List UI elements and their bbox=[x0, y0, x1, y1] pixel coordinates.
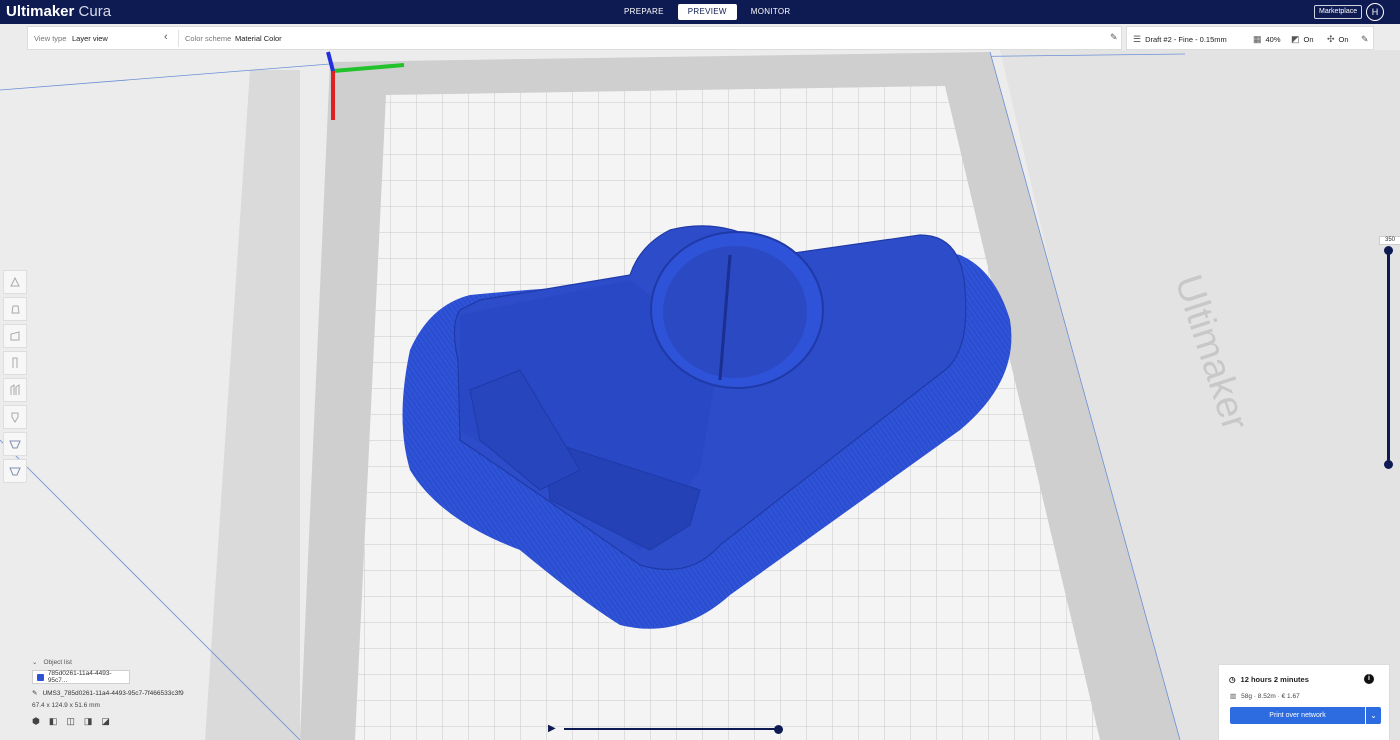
infill-value: 40% bbox=[1265, 35, 1281, 44]
pencil-icon[interactable]: ✎ bbox=[1110, 32, 1118, 43]
move-tool-icon[interactable] bbox=[3, 270, 27, 294]
tab-prepare[interactable]: PREPARE bbox=[614, 4, 674, 20]
adhesion-value: On bbox=[1338, 35, 1349, 44]
tab-preview[interactable]: PREVIEW bbox=[677, 4, 737, 20]
material-usage: ▥ 58g · 8.52m · € 1.67 bbox=[1230, 692, 1300, 701]
material-usage-value: 58g · 8.52m · € 1.67 bbox=[1241, 692, 1300, 700]
tool-strip bbox=[3, 270, 27, 486]
mirror-tool-icon[interactable] bbox=[3, 351, 27, 375]
print-info-card: ◷ 12 hours 2 minutes i ▥ 58g · 8.52m · €… bbox=[1218, 664, 1390, 740]
path-slider-handle[interactable] bbox=[774, 725, 783, 734]
view-toolbar: View type Layer view ‹ Color scheme Mate… bbox=[27, 26, 1122, 50]
adhesion-setting[interactable]: ✣ On bbox=[1327, 34, 1349, 45]
extruder-swatch bbox=[37, 673, 44, 681]
support-blocker-icon[interactable] bbox=[3, 405, 27, 429]
3d-viewport[interactable]: Ultimaker bbox=[0, 50, 1400, 740]
model-cylinder-inner bbox=[663, 246, 807, 378]
print-time-value: 12 hours 2 minutes bbox=[1240, 675, 1309, 684]
app-name-bold: Ultimaker bbox=[6, 3, 75, 20]
profile-selector[interactable]: ☰ Draft #2 - Fine - 0.15mm bbox=[1133, 34, 1227, 45]
infill-icon: ▦ bbox=[1253, 34, 1262, 44]
tab-monitor[interactable]: MONITOR bbox=[741, 4, 801, 20]
color-scheme-label: Color scheme bbox=[185, 34, 232, 43]
object-list-toggle[interactable]: ⌄ Object list bbox=[32, 658, 212, 667]
view-type-select[interactable]: Layer view bbox=[72, 34, 108, 43]
marketplace-button[interactable]: Marketplace bbox=[1314, 5, 1363, 19]
infill-setting[interactable]: ▦ 40% bbox=[1253, 34, 1281, 45]
top-view-icon[interactable]: ◫ bbox=[66, 716, 75, 727]
app-logo: Ultimaker Cura bbox=[6, 2, 111, 22]
list-item[interactable]: 785d0261-11a4-4493-95c7... bbox=[32, 670, 130, 684]
chevron-down-icon[interactable]: ⌄ bbox=[1366, 707, 1381, 724]
rotate-tool-icon[interactable] bbox=[3, 324, 27, 348]
pencil-icon: ✎ bbox=[32, 690, 38, 697]
color-scheme-select[interactable]: Material Color bbox=[235, 34, 282, 43]
layers-icon: ☰ bbox=[1133, 34, 1142, 44]
print-over-network-button[interactable]: Print over network bbox=[1230, 707, 1365, 724]
job-name-text: UMS3_785d0261-11a4-4493-95c7-7f466533c3f… bbox=[42, 689, 184, 697]
per-model-settings-icon[interactable] bbox=[3, 378, 27, 402]
left-view-icon[interactable]: ◨ bbox=[84, 716, 93, 727]
stage-tabs: PREPARE PREVIEW MONITOR bbox=[614, 4, 800, 20]
object-name: 785d0261-11a4-4493-95c7... bbox=[47, 670, 112, 684]
chevron-down-icon: ⌄ bbox=[32, 659, 38, 666]
spool-icon: ▥ bbox=[1230, 693, 1237, 700]
build-plate-scene: Ultimaker bbox=[0, 50, 1400, 740]
title-bar: Ultimaker Cura PREPARE PREVIEW MONITOR M… bbox=[0, 0, 1400, 24]
play-icon[interactable]: ▶ bbox=[548, 723, 556, 734]
support-icon: ◩ bbox=[1291, 34, 1300, 44]
scale-tool-icon[interactable] bbox=[3, 297, 27, 321]
print-time: ◷ 12 hours 2 minutes bbox=[1229, 675, 1309, 684]
layer-slider-lower-handle[interactable] bbox=[1384, 460, 1393, 469]
layer-slider-track[interactable] bbox=[1387, 250, 1390, 464]
adhesion-icon: ✣ bbox=[1327, 34, 1335, 44]
divider bbox=[178, 30, 179, 47]
object-list: ⌄ Object list 785d0261-11a4-4493-95c7...… bbox=[32, 658, 212, 727]
print-setup-bar[interactable]: ☰ Draft #2 - Fine - 0.15mm ▦ 40% ◩ On ✣ … bbox=[1126, 26, 1374, 50]
layer-slider[interactable]: 350 bbox=[1379, 236, 1400, 472]
object-list-header: Object list bbox=[43, 658, 72, 666]
support-value: On bbox=[1303, 35, 1314, 44]
user-avatar[interactable]: H bbox=[1366, 3, 1384, 21]
right-view-icon[interactable]: ◪ bbox=[101, 716, 110, 727]
object-dimensions: 67.4 x 124.9 x 51.6 mm bbox=[32, 702, 100, 709]
front-view-icon[interactable]: ◧ bbox=[49, 716, 58, 727]
chevron-left-icon[interactable]: ‹ bbox=[164, 31, 168, 43]
layer-slider-upper-handle[interactable] bbox=[1384, 246, 1393, 255]
info-icon[interactable]: i bbox=[1364, 674, 1374, 684]
custom-tool-icon[interactable] bbox=[3, 459, 27, 483]
clock-icon: ◷ bbox=[1229, 675, 1236, 684]
profile-label: Draft #2 - Fine - 0.15mm bbox=[1145, 35, 1227, 44]
layer-number-label[interactable]: 350 bbox=[1379, 236, 1400, 245]
support-setting[interactable]: ◩ On bbox=[1291, 34, 1314, 45]
path-slider-track[interactable] bbox=[564, 728, 778, 730]
3d-view-icon[interactable]: ⬢ bbox=[32, 716, 40, 727]
custom-tool-icon[interactable] bbox=[3, 432, 27, 456]
job-name[interactable]: ✎ UMS3_785d0261-11a4-4493-95c7-7f466533c… bbox=[32, 689, 212, 698]
view-type-label: View type bbox=[34, 34, 67, 43]
camera-view-buttons: ⬢ ◧ ◫ ◨ ◪ bbox=[32, 716, 212, 727]
pencil-icon[interactable]: ✎ bbox=[1361, 34, 1369, 45]
app-name-light: Cura bbox=[78, 3, 112, 20]
